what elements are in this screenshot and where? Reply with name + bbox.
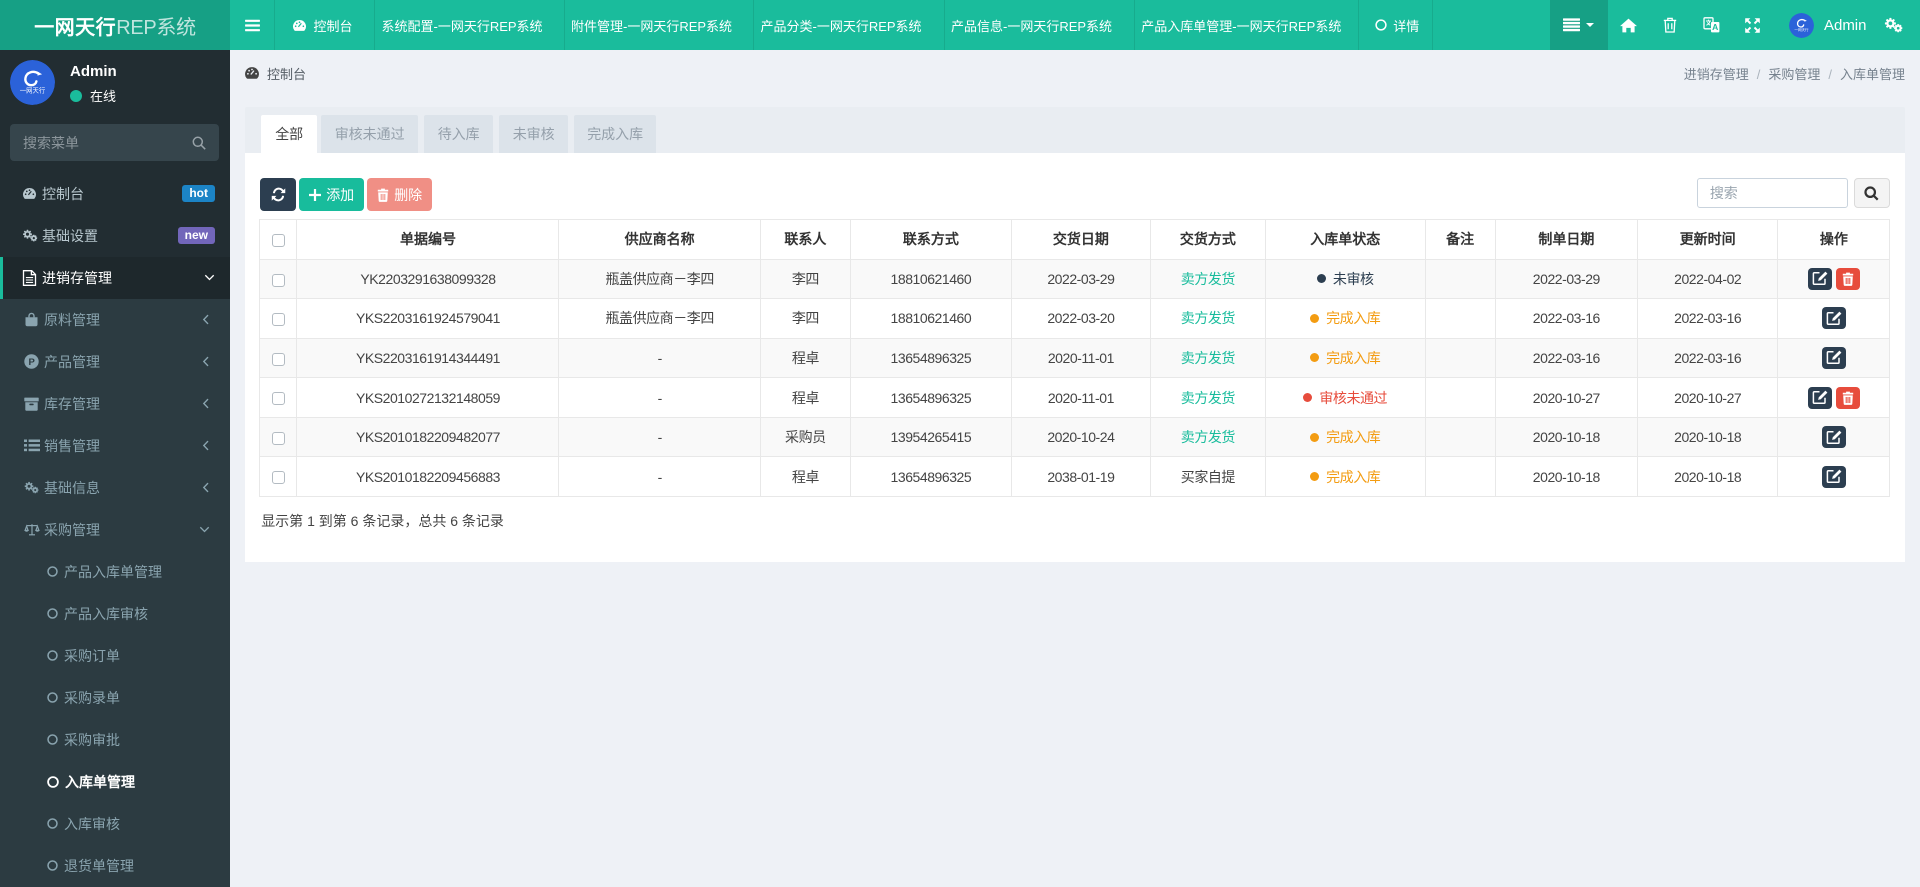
svg-text:A: A xyxy=(1712,22,1718,32)
svg-text:一网天行: 一网天行 xyxy=(1794,27,1809,32)
svg-text:一网天行: 一网天行 xyxy=(20,86,46,95)
svg-text:P: P xyxy=(29,357,36,368)
